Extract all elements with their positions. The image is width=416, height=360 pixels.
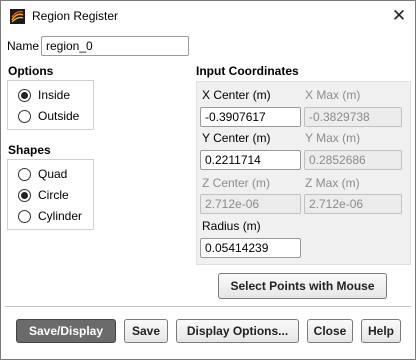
radius-input[interactable]: 0.05414239 <box>200 238 301 258</box>
shape-quad-label: Quad <box>38 167 68 181</box>
x-max-input: -0.3829738 <box>304 107 402 127</box>
x-center-label: X Center (m) <box>202 88 271 102</box>
shapes-group: Quad Circle Cylinder <box>7 159 94 230</box>
app-icon <box>10 9 25 24</box>
z-max-label: Z Max (m) <box>305 176 360 190</box>
y-center-input[interactable]: 0.2211714 <box>200 150 301 170</box>
radio-button[interactable] <box>18 210 31 223</box>
title-bar: Region Register ✕ <box>1 1 415 31</box>
select-points-with-mouse-button[interactable]: Select Points with Mouse <box>218 273 387 299</box>
input-coordinates-heading: Input Coordinates <box>196 64 299 78</box>
save-button[interactable]: Save <box>124 319 168 343</box>
region-register-dialog: Region Register ✕ Name region_0 Options … <box>0 0 416 360</box>
y-max-label: Y Max (m) <box>305 131 361 145</box>
shapes-heading: Shapes <box>8 143 51 157</box>
option-outside-label: Outside <box>38 109 80 123</box>
shape-cylinder-radio[interactable]: Cylinder <box>18 208 88 226</box>
radio-button[interactable] <box>18 189 31 202</box>
shape-circle-label: Circle <box>38 188 69 202</box>
option-inside-radio[interactable]: Inside <box>18 87 88 105</box>
window-title: Region Register <box>32 9 119 23</box>
z-center-input: 2.712e-06 <box>200 194 301 214</box>
option-outside-radio[interactable]: Outside <box>18 108 88 126</box>
y-max-input: 0.2852686 <box>304 150 402 170</box>
x-center-input[interactable]: -0.3907617 <box>200 107 301 127</box>
options-heading: Options <box>8 64 54 78</box>
shape-quad-radio[interactable]: Quad <box>18 166 88 184</box>
radio-button[interactable] <box>18 110 31 123</box>
options-group: Inside Outside <box>7 80 94 130</box>
name-input[interactable]: region_0 <box>41 36 189 56</box>
y-center-label: Y Center (m) <box>202 131 271 145</box>
name-label: Name <box>7 39 40 53</box>
display-options-button[interactable]: Display Options... <box>176 319 299 343</box>
z-max-input: 2.712e-06 <box>304 194 402 214</box>
option-inside-label: Inside <box>38 88 71 102</box>
save-display-button[interactable]: Save/Display <box>16 319 116 343</box>
radio-button[interactable] <box>18 89 31 102</box>
radius-label: Radius (m) <box>202 219 261 233</box>
z-center-label: Z Center (m) <box>202 176 271 190</box>
divider <box>5 306 411 307</box>
shape-circle-radio[interactable]: Circle <box>18 187 88 205</box>
close-button[interactable]: Close <box>307 319 353 343</box>
radio-button[interactable] <box>18 168 31 181</box>
shape-cylinder-label: Cylinder <box>38 209 83 223</box>
close-window-icon[interactable]: ✕ <box>386 4 412 28</box>
help-button[interactable]: Help <box>361 319 401 343</box>
x-max-label: X Max (m) <box>305 88 361 102</box>
